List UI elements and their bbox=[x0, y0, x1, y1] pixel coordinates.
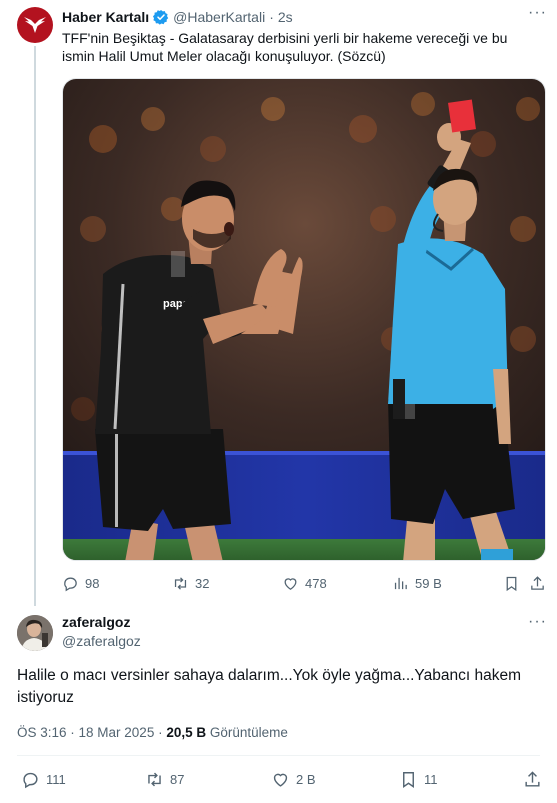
like-button[interactable]: 478 bbox=[282, 573, 327, 593]
eagle-logo-icon bbox=[24, 17, 46, 33]
reply-author-handle[interactable]: @zaferalgoz bbox=[62, 633, 141, 649]
tweet-photo[interactable]: papara bbox=[62, 78, 546, 561]
views-bar-chart-icon bbox=[394, 577, 407, 589]
photo-illustration: papara bbox=[63, 79, 545, 560]
like-button[interactable]: 2 B bbox=[271, 769, 316, 789]
like-count: 478 bbox=[305, 575, 327, 591]
bookmark-button[interactable] bbox=[503, 573, 520, 593]
tweet-meta: ÖS 3:16 · 18 Mar 2025 · 20,5 B Görüntüle… bbox=[17, 725, 288, 740]
more-options-icon[interactable]: ··· bbox=[528, 613, 547, 631]
retweet-count: 87 bbox=[170, 771, 185, 787]
author-name[interactable]: Haber Kartalı bbox=[62, 9, 149, 25]
red-card bbox=[448, 99, 476, 133]
bookmark-icon bbox=[403, 771, 414, 788]
retweet-icon bbox=[148, 772, 161, 786]
reply-author-avatar[interactable] bbox=[17, 615, 53, 651]
separator-dot: · bbox=[269, 9, 274, 25]
reply-count: 98 bbox=[85, 575, 100, 591]
share-button[interactable] bbox=[523, 769, 542, 789]
views-count: 20,5 B bbox=[166, 725, 207, 740]
reply-button[interactable]: 98 bbox=[62, 573, 99, 593]
tweet-actions: 98 32 478 59 B bbox=[62, 573, 546, 593]
verified-badge-icon bbox=[153, 9, 169, 25]
author-handle[interactable]: @HaberKartali bbox=[173, 9, 265, 25]
divider bbox=[17, 755, 540, 756]
thread-line bbox=[34, 46, 36, 606]
views-label: Görüntüleme bbox=[209, 725, 288, 740]
retweet-icon bbox=[174, 576, 187, 590]
views-button[interactable]: 59 B bbox=[392, 573, 442, 593]
reply-text: Halile o macı versinler sahaya dalarım..… bbox=[17, 667, 521, 706]
person-photo-icon bbox=[17, 615, 53, 651]
retweet-button[interactable]: 32 bbox=[172, 573, 209, 593]
share-button[interactable] bbox=[529, 573, 546, 593]
reply-count: 111 bbox=[46, 771, 66, 787]
heart-icon bbox=[273, 773, 288, 787]
bookmark-count: 11 bbox=[424, 771, 438, 787]
author-avatar[interactable] bbox=[17, 7, 53, 43]
retweet-button[interactable]: 87 bbox=[145, 769, 184, 789]
share-icon bbox=[525, 770, 540, 787]
quoted-tweet[interactable]: Haber Kartalı @HaberKartali · 2s ··· TFF… bbox=[0, 0, 557, 606]
reply-author-name[interactable]: zaferalgoz bbox=[62, 614, 130, 630]
heart-icon bbox=[284, 577, 297, 590]
main-tweet: zaferalgoz @zaferalgoz ··· Halile o macı… bbox=[0, 605, 557, 803]
tweet-timestamp[interactable]: ÖS 3:16 · 18 Mar 2025 · bbox=[17, 725, 163, 740]
reply-button[interactable]: 111 bbox=[21, 769, 66, 789]
bookmark-icon bbox=[506, 576, 517, 591]
share-icon bbox=[531, 575, 544, 590]
tweet-time[interactable]: 2s bbox=[278, 9, 293, 25]
bookmark-button[interactable]: 11 bbox=[399, 769, 438, 789]
tweet-text: TFF'nin Beşiktaş - Galatasaray derbisini… bbox=[62, 30, 508, 64]
retweet-count: 32 bbox=[195, 575, 210, 591]
tweet-actions: 111 87 2 B 11 bbox=[17, 769, 544, 791]
reply-icon bbox=[23, 772, 38, 788]
views-count: 59 B bbox=[415, 575, 442, 591]
reply-icon bbox=[64, 577, 77, 591]
tweet-header: Haber Kartalı @HaberKartali · 2s bbox=[62, 7, 547, 27]
more-options-icon[interactable]: ··· bbox=[528, 4, 547, 22]
like-count: 2 B bbox=[296, 771, 316, 787]
